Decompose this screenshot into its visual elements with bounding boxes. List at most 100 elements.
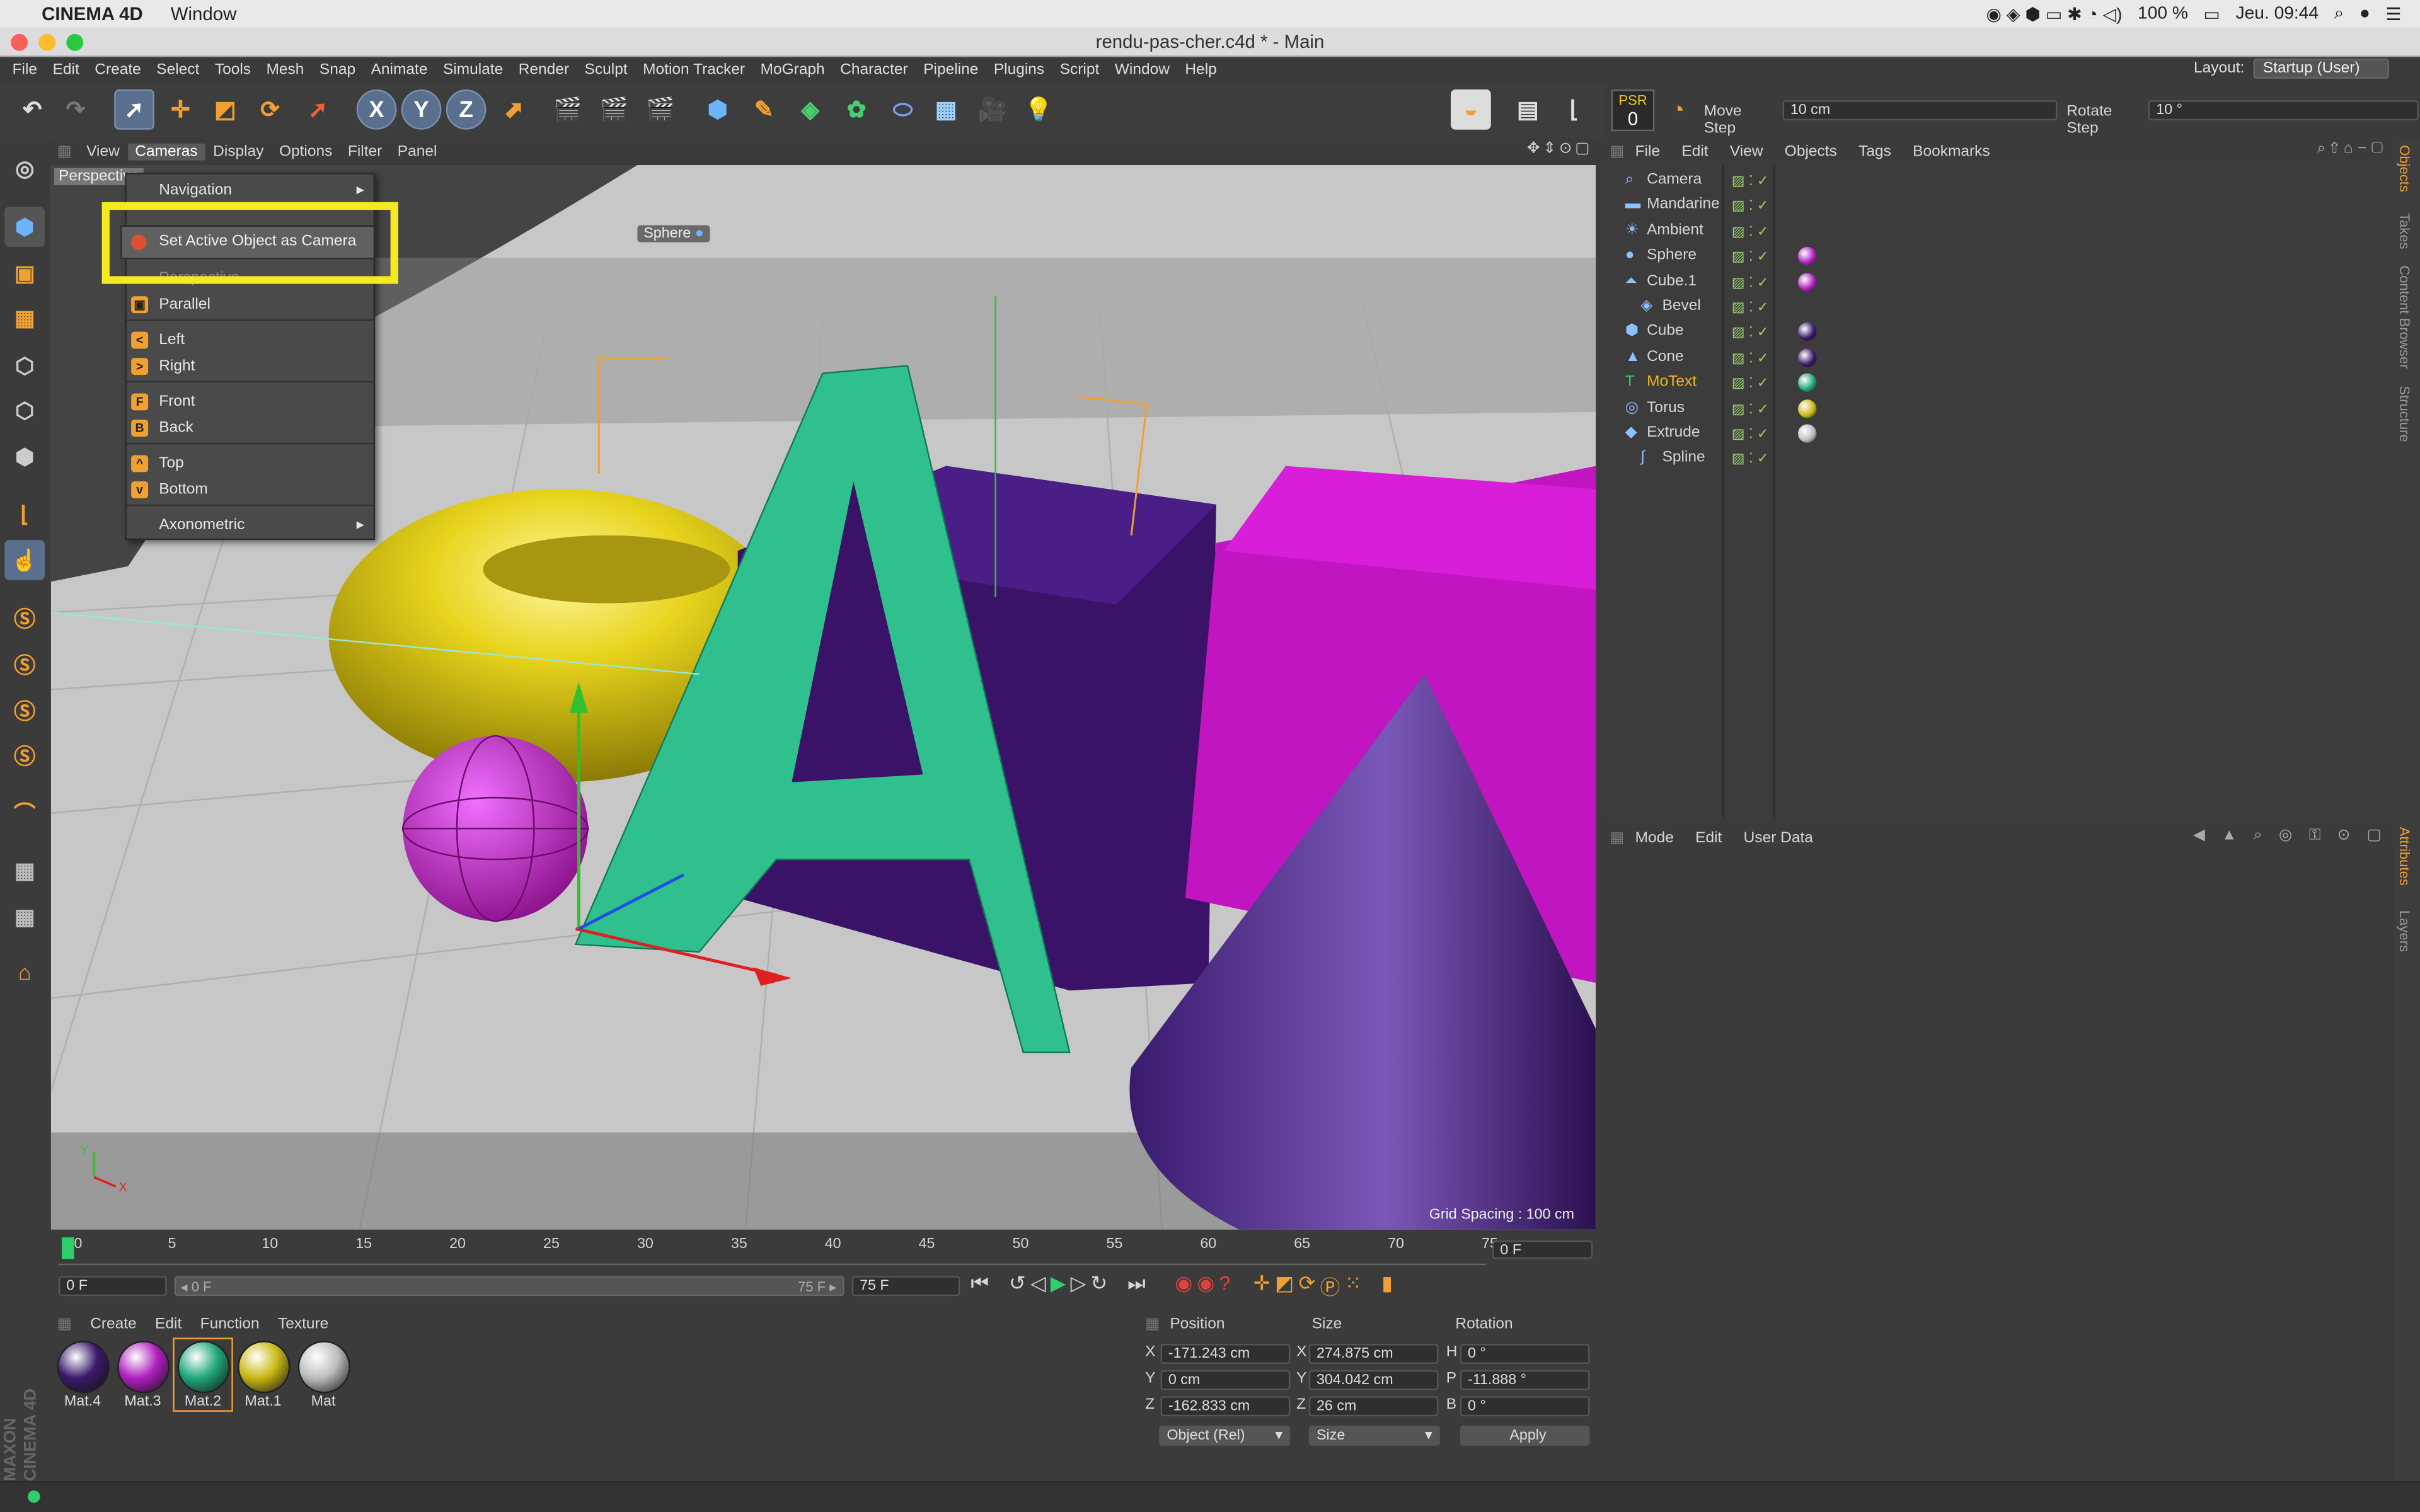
snap-settings-icon[interactable]: Ⓢ bbox=[4, 645, 45, 685]
script-manager-icon[interactable]: ▤ bbox=[1508, 89, 1548, 130]
object-row[interactable]: ⬢ Cube ▨ ⁚ ✓ bbox=[1604, 320, 2394, 345]
polygons-mode-icon[interactable]: ⬢ bbox=[4, 437, 45, 477]
viewport-menu-view[interactable]: View bbox=[79, 144, 127, 161]
menu-file[interactable]: File bbox=[4, 62, 45, 79]
visibility-toggles-icon[interactable]: ▨ ⁚ ✓ bbox=[1732, 193, 1769, 218]
viewport-nav-icons[interactable]: ✥⇕⊙▢ bbox=[1527, 140, 1593, 158]
viewport-menu-filter[interactable]: Filter bbox=[340, 144, 390, 161]
minimize-window-button[interactable] bbox=[38, 33, 56, 51]
visibility-toggles-icon[interactable]: ▨ ⁚ ✓ bbox=[1732, 270, 1769, 294]
snap-icon[interactable]: ◔ bbox=[1657, 89, 1698, 130]
om-menu-edit[interactable]: Edit bbox=[1671, 144, 1719, 161]
visibility-toggles-icon[interactable]: ▨ ⁚ ✓ bbox=[1732, 421, 1769, 446]
grid-settings-icon[interactable]: ▦ bbox=[4, 896, 45, 937]
visibility-toggles-icon[interactable]: ▨ ⁚ ✓ bbox=[1732, 370, 1769, 395]
menu-mesh[interactable]: Mesh bbox=[258, 62, 311, 79]
menu-pipeline[interactable]: Pipeline bbox=[916, 62, 986, 79]
menu-item-front[interactable]: F Front bbox=[127, 389, 374, 415]
current-frame-display[interactable]: 0 F bbox=[1492, 1240, 1593, 1259]
material-menu-texture[interactable]: Texture bbox=[278, 1315, 328, 1332]
current-frame-field[interactable]: 0 F bbox=[59, 1276, 167, 1297]
material-menu-edit[interactable]: Edit bbox=[155, 1315, 182, 1332]
go-to-start-icon[interactable]: ⏮ bbox=[971, 1271, 989, 1301]
om-toolbar-icons[interactable]: ⌕⇧⌂−▢ bbox=[2317, 140, 2388, 158]
render-picture-viewer-icon[interactable]: 🎬 bbox=[594, 89, 635, 130]
playhead[interactable] bbox=[61, 1237, 74, 1259]
interactive-render-icon[interactable]: ◒ bbox=[1451, 89, 1491, 130]
am-menu-user-data[interactable]: User Data bbox=[1732, 830, 1824, 847]
viewport-menu-panel[interactable]: Panel bbox=[390, 144, 445, 161]
zoom-window-button[interactable] bbox=[66, 33, 84, 51]
spotlight-icon[interactable]: ⌕ bbox=[2334, 4, 2344, 24]
redo-icon[interactable]: ↷ bbox=[55, 89, 96, 130]
om-menu-objects[interactable]: Objects bbox=[1774, 144, 1848, 161]
snap-hierarchy-icon[interactable]: Ⓢ bbox=[4, 691, 45, 731]
menu-script[interactable]: Script bbox=[1052, 62, 1107, 79]
autokey-icon[interactable]: ◉ bbox=[1197, 1271, 1214, 1301]
make-editable-icon[interactable]: ◎ bbox=[4, 148, 45, 188]
menu-item-axonometric[interactable]: Axonometric ▸ bbox=[127, 512, 374, 539]
go-to-end-icon[interactable]: ⏭ bbox=[1127, 1271, 1146, 1301]
grid-icon[interactable]: ▦ bbox=[4, 850, 45, 890]
material-tag-icon[interactable] bbox=[1798, 424, 1817, 443]
scale-tool-icon[interactable]: ◩ bbox=[205, 89, 246, 130]
size-field[interactable]: 26 cm bbox=[1308, 1396, 1439, 1417]
viewport-menu-display[interactable]: Display bbox=[205, 144, 272, 161]
snap-toggle-icon[interactable]: Ⓢ bbox=[4, 598, 45, 639]
menu-select[interactable]: Select bbox=[149, 62, 207, 79]
rotation-field[interactable]: -11.888 ° bbox=[1460, 1370, 1590, 1390]
position-field[interactable]: -171.243 cm bbox=[1160, 1344, 1291, 1364]
material-menu-function[interactable]: Function bbox=[200, 1315, 260, 1332]
timeline-window-icon[interactable]: ▮ bbox=[1381, 1271, 1393, 1301]
size-field[interactable]: 274.875 cm bbox=[1308, 1344, 1439, 1364]
recent-tool-icon[interactable]: ➚ bbox=[298, 89, 338, 130]
menu-simulate[interactable]: Simulate bbox=[435, 62, 511, 79]
menu-render[interactable]: Render bbox=[510, 62, 577, 79]
next-keyframe-icon[interactable]: ↻ bbox=[1090, 1271, 1107, 1301]
object-row[interactable]: T MoText ▨ ⁚ ✓ bbox=[1604, 370, 2394, 396]
battery-percent[interactable]: 100 % bbox=[2138, 4, 2188, 23]
position-field[interactable]: -162.833 cm bbox=[1160, 1396, 1291, 1417]
position-field[interactable]: 0 cm bbox=[1160, 1370, 1291, 1390]
material-swatch[interactable]: Mat.4 bbox=[54, 1339, 112, 1410]
visibility-toggles-icon[interactable]: ▨ ⁚ ✓ bbox=[1732, 244, 1769, 268]
object-row[interactable]: ▲ Cone ▨ ⁚ ✓ bbox=[1604, 345, 2394, 370]
floor-icon[interactable]: ▦ bbox=[926, 89, 966, 130]
subdivision-surface-icon[interactable]: ◈ bbox=[790, 89, 831, 130]
coordinate-mode-select[interactable]: Object (Rel) ▾ bbox=[1159, 1425, 1291, 1446]
battery-icon[interactable]: ▭ bbox=[2203, 3, 2220, 25]
menu-item-left[interactable]: < Left bbox=[127, 327, 374, 353]
menu-character[interactable]: Character bbox=[833, 62, 916, 79]
tab-takes[interactable]: Takes bbox=[2397, 213, 2412, 249]
om-menu-view[interactable]: View bbox=[1719, 144, 1774, 161]
cube-primitive-icon[interactable]: ⬢ bbox=[698, 89, 738, 130]
previous-keyframe-icon[interactable]: ↺ bbox=[1009, 1271, 1026, 1301]
play-icon[interactable]: ▶ bbox=[1051, 1271, 1066, 1301]
visibility-toggles-icon[interactable]: ▨ ⁚ ✓ bbox=[1732, 345, 1769, 370]
timeline-ruler[interactable]: 0 5 10 15 20 25 30 35 40 45 50 55 60 65 70 75 bbox=[59, 1234, 1498, 1266]
am-menu-edit[interactable]: Edit bbox=[1685, 830, 1732, 847]
model-mode-icon[interactable]: ⬢ bbox=[4, 207, 45, 247]
previous-frame-icon[interactable]: ◁ bbox=[1030, 1271, 1046, 1301]
siri-icon[interactable]: ● bbox=[2360, 4, 2370, 23]
status-icons[interactable]: ◉ ◈ ⬢ ▭ ✱ ◔ ◁) bbox=[1986, 3, 2123, 25]
menu-create[interactable]: Create bbox=[87, 62, 149, 79]
menu-sculpt[interactable]: Sculpt bbox=[577, 62, 635, 79]
camera-icon[interactable]: 🎥 bbox=[972, 89, 1013, 130]
notification-icon[interactable]: ☰ bbox=[2385, 3, 2401, 25]
keyframe-selection-icon[interactable]: ? bbox=[1219, 1271, 1230, 1301]
tab-layers[interactable]: Layers bbox=[2397, 910, 2412, 952]
tab-attributes[interactable]: Attributes bbox=[2397, 827, 2412, 886]
magnet-icon[interactable]: ⌒ bbox=[4, 793, 45, 833]
quantize-icon[interactable]: Ⓢ bbox=[4, 736, 45, 776]
live-select-icon[interactable]: ➚ bbox=[114, 89, 154, 130]
light-icon[interactable]: 💡 bbox=[1018, 89, 1059, 130]
am-menu-mode[interactable]: Mode bbox=[1624, 830, 1685, 847]
key-scale-icon[interactable]: ◩ bbox=[1275, 1271, 1294, 1301]
object-row[interactable]: ⌕ Camera ▨ ⁚ ✓ bbox=[1604, 168, 2394, 193]
menu-motion-tracker[interactable]: Motion Tracker bbox=[635, 62, 752, 79]
tab-content-browser[interactable]: Content Browser bbox=[2397, 265, 2412, 369]
edges-mode-icon[interactable]: ⬡ bbox=[4, 391, 45, 431]
rotate-step-field[interactable]: 10 ° bbox=[2148, 100, 2419, 121]
menu-help[interactable]: Help bbox=[1177, 62, 1224, 79]
